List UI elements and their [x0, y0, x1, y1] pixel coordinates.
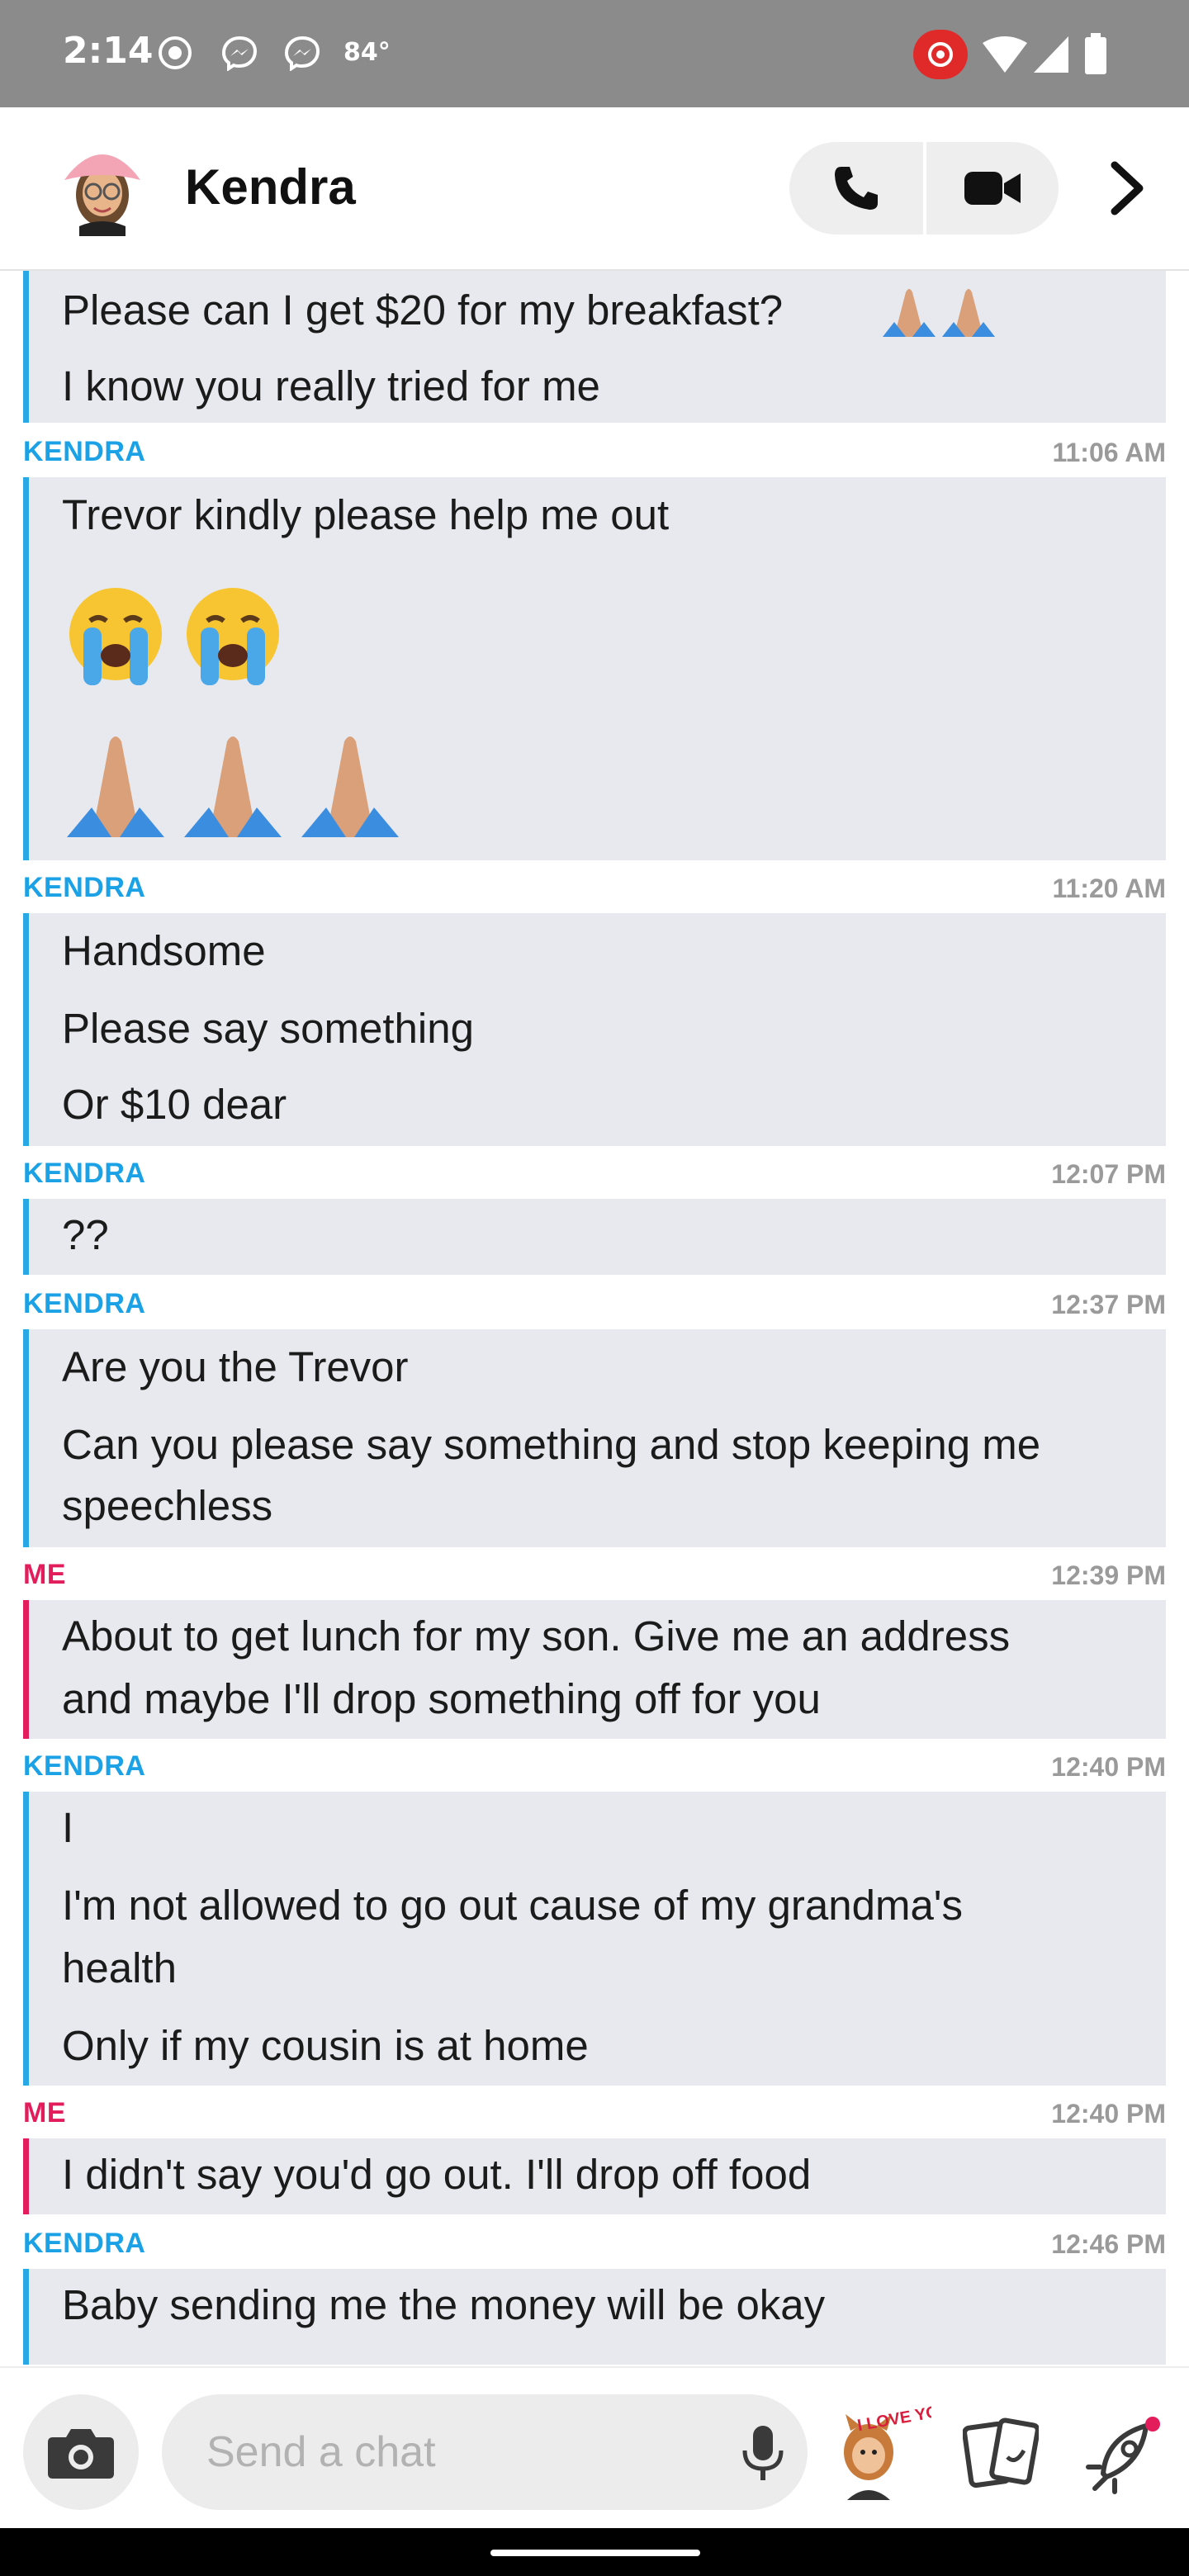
- message-block: Please can I get $20 for my breakfast? I…: [23, 271, 1166, 423]
- message-block: I I'm not allowed to go out cause of my …: [23, 1792, 1166, 2086]
- microphone-icon[interactable]: [740, 2424, 786, 2484]
- message-text: I didn't say you'd go out. I'll drop off…: [62, 2151, 812, 2198]
- message-text: About to get lunch for my son. Give me a…: [62, 1612, 1011, 1660]
- message-block: Are you the Trevor Can you please say so…: [23, 1329, 1166, 1547]
- folded-hands-icon: [883, 289, 995, 337]
- message-text: Handsome: [62, 927, 266, 974]
- folded-hands-icon: [184, 736, 282, 837]
- message-text: Are you the Trevor: [62, 1343, 409, 1390]
- sender-name: KENDRA: [23, 872, 146, 903]
- message-block: ??: [23, 1199, 1166, 1275]
- message-time: 12:37 PM: [1051, 1290, 1166, 1319]
- message-list[interactable]: Please can I get $20 for my breakfast? I…: [0, 271, 1189, 2365]
- message-header: KENDRA 12:37 PM: [23, 1280, 1166, 1329]
- message-time: 12:40 PM: [1051, 2099, 1166, 2129]
- message-block: I didn't say you'd go out. I'll drop off…: [23, 2138, 1166, 2214]
- message-text: Baby sending me the money will be okay: [62, 2281, 826, 2328]
- home-indicator[interactable]: [490, 2550, 700, 2556]
- message-text: I: [62, 1804, 74, 1851]
- folded-hands-icon: [301, 736, 399, 837]
- chevron-right-icon[interactable]: [1098, 159, 1156, 218]
- message-time: 12:39 PM: [1051, 1560, 1166, 1590]
- message-text: Please can I get $20 for my breakfast?: [62, 286, 784, 334]
- phone-icon: [835, 167, 878, 210]
- message-text: health: [62, 1944, 177, 1991]
- camera-icon: [48, 2429, 114, 2479]
- video-call-button[interactable]: [926, 142, 1060, 234]
- hotspot-icon: [913, 30, 968, 79]
- signal-icon: [1034, 36, 1068, 73]
- message-text: ??: [62, 1211, 109, 1258]
- sender-name: ME: [23, 1559, 66, 1590]
- crying-face-icon: [187, 588, 279, 685]
- status-time: 2:14: [63, 30, 154, 72]
- message-time: 12:40 PM: [1051, 1752, 1166, 1782]
- message-header: KENDRA 12:40 PM: [23, 1742, 1166, 1792]
- message-block: Baby sending me the money will be okay: [23, 2269, 1166, 2365]
- sender-name: KENDRA: [23, 1288, 146, 1319]
- screen-record-icon: [159, 36, 192, 69]
- sticker-text: I LOVE YOU: [856, 2401, 931, 2435]
- message-header: ME 12:39 PM: [23, 1551, 1166, 1600]
- crying-face-icon: [69, 588, 162, 685]
- message-header: KENDRA 11:06 AM: [23, 428, 1166, 477]
- wifi-icon: [983, 36, 1027, 73]
- message-header: KENDRA 11:20 AM: [23, 864, 1166, 913]
- status-bar: 2:14 84°: [0, 0, 1189, 107]
- message-block: About to get lunch for my son. Give me a…: [23, 1600, 1166, 1739]
- temperature: 84°: [343, 38, 391, 67]
- emoji-row: [62, 585, 287, 687]
- message-header: KENDRA 12:07 PM: [23, 1149, 1166, 1199]
- avatar[interactable]: [54, 140, 150, 236]
- message-header: KENDRA 12:46 PM: [23, 2219, 1166, 2269]
- messenger-icon: [284, 36, 320, 71]
- message-text: Or $10 dear: [62, 1081, 287, 1128]
- rocket-icon[interactable]: [1082, 2416, 1164, 2495]
- camera-button[interactable]: [23, 2394, 139, 2510]
- message-text: I know you really tried for me: [62, 362, 600, 410]
- video-icon: [964, 172, 1021, 205]
- message-text: Trevor kindly please help me out: [62, 491, 670, 538]
- chat-input[interactable]: [162, 2394, 808, 2510]
- message-text: Only if my cousin is at home: [62, 2022, 589, 2069]
- sender-name: KENDRA: [23, 436, 146, 467]
- message-block: Handsome Please say something Or $10 dea…: [23, 913, 1166, 1146]
- chat-header: Kendra: [0, 107, 1189, 271]
- message-time: 12:46 PM: [1051, 2229, 1166, 2259]
- sender-name: KENDRA: [23, 1158, 146, 1189]
- sender-name: KENDRA: [23, 2228, 146, 2259]
- bitmoji-sticker[interactable]: I LOVE YOU: [832, 2401, 931, 2500]
- message-text: speechless: [62, 1482, 273, 1529]
- contact-name[interactable]: Kendra: [185, 159, 356, 215]
- message-text: I'm not allowed to go out cause of my gr…: [62, 1882, 964, 1929]
- emoji-row: [62, 732, 404, 837]
- folded-hands-icon: [67, 736, 164, 837]
- message-time: 11:06 AM: [1052, 438, 1166, 467]
- message-header: ME 12:40 PM: [23, 2089, 1166, 2138]
- sender-name: ME: [23, 2097, 66, 2129]
- message-text: Please say something: [62, 1005, 474, 1052]
- call-buttons: [789, 142, 1059, 234]
- voice-call-button[interactable]: [789, 142, 923, 234]
- message-time: 11:20 AM: [1052, 874, 1166, 903]
- message-text: Can you please say something and stop ke…: [62, 1421, 1041, 1468]
- cards-icon[interactable]: [963, 2417, 1039, 2488]
- navigation-bar: [0, 2528, 1189, 2576]
- messenger-icon: [221, 36, 258, 71]
- sender-name: KENDRA: [23, 1750, 146, 1782]
- message-time: 12:07 PM: [1051, 1159, 1166, 1189]
- message-block: Trevor kindly please help me out: [23, 477, 1166, 860]
- composer-bar: I LOVE YOU: [0, 2366, 1189, 2530]
- message-text: and maybe I'll drop something off for yo…: [62, 1675, 821, 1722]
- battery-icon: [1085, 33, 1106, 74]
